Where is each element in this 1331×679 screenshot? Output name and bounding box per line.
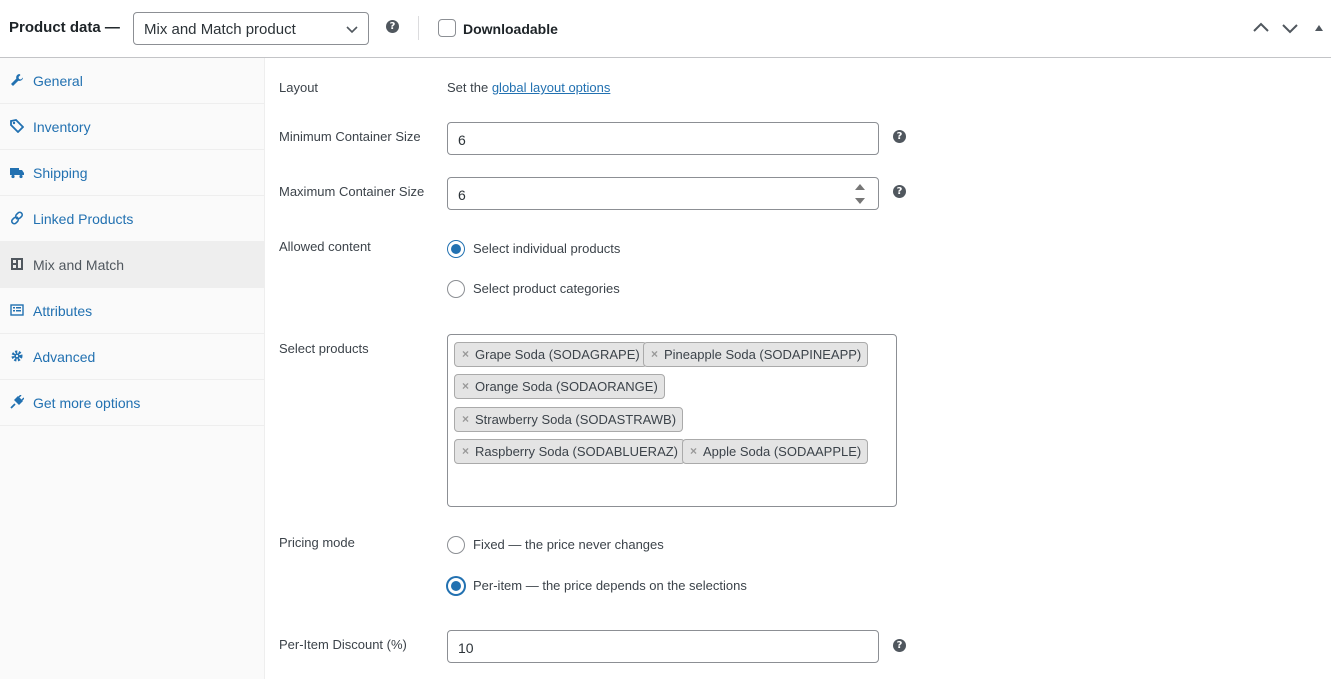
remove-chip-icon[interactable]: × (651, 343, 658, 366)
remove-chip-icon[interactable]: × (690, 440, 697, 463)
move-up-icon[interactable] (1250, 17, 1272, 39)
layout-text-prefix: Set the (447, 80, 489, 95)
remove-chip-icon[interactable]: × (462, 343, 469, 366)
link-icon (10, 211, 24, 225)
radio-label: Select individual products (473, 241, 621, 256)
product-data-header: Product data — Mix and Match product ? D… (0, 0, 1331, 58)
discount-value: 10 (458, 640, 474, 656)
product-chip: × Pineapple Soda (SODAPINEAPP) (643, 342, 869, 367)
help-icon[interactable]: ? (893, 185, 906, 198)
radio-pricing-per-item[interactable] (447, 577, 465, 595)
tag-icon (10, 119, 24, 133)
panel-title: Product data — (9, 19, 120, 36)
chip-label: Pineapple Soda (SODAPINEAPP) (664, 347, 862, 362)
max-size-label: Maximum Container Size (279, 184, 425, 199)
tab-mix-and-match[interactable]: Mix and Match (0, 242, 264, 288)
product-chip: × Raspberry Soda (SODABLUERAZ) (454, 439, 686, 464)
tab-label: Attributes (33, 303, 93, 319)
help-icon[interactable]: ? (893, 639, 906, 652)
gear-icon (11, 350, 23, 362)
tab-label: Linked Products (33, 211, 134, 227)
remove-chip-icon[interactable]: × (462, 375, 469, 398)
tab-label: Inventory (33, 119, 91, 135)
chip-label: Grape Soda (SODAGRAPE) (475, 347, 640, 362)
tab-label: General (33, 73, 83, 89)
chip-label: Orange Soda (SODAORANGE) (475, 379, 658, 394)
radio-individual-products[interactable] (447, 240, 465, 258)
product-data-tabs: General Inventory Shipping Linked Produc… (0, 58, 265, 679)
tab-advanced[interactable]: Advanced (0, 334, 264, 380)
grid-icon (11, 258, 23, 270)
remove-chip-icon[interactable]: × (462, 408, 469, 431)
divider (418, 16, 419, 40)
chevron-down-icon (346, 26, 358, 34)
plugin-icon (10, 395, 24, 409)
product-chip: × Strawberry Soda (SODASTRAWB) (454, 407, 684, 432)
radio-label: Fixed — the price never changes (473, 537, 664, 552)
product-chip: × Grape Soda (SODAGRAPE) (454, 342, 647, 367)
tab-linked-products[interactable]: Linked Products (0, 196, 264, 242)
select-products-label: Select products (279, 341, 369, 356)
tab-inventory[interactable]: Inventory (0, 104, 264, 150)
radio-pricing-fixed[interactable] (447, 536, 465, 554)
product-chip: × Orange Soda (SODAORANGE) (454, 374, 665, 399)
allowed-content-label: Allowed content (279, 239, 371, 254)
truck-icon (10, 168, 24, 179)
radio-label: Select product categories (473, 281, 620, 296)
mix-and-match-panel: Layout Set the global layout options Min… (266, 58, 1331, 679)
layout-text: Set the global layout options (447, 80, 610, 95)
layout-label: Layout (279, 80, 319, 95)
downloadable-checkbox[interactable] (438, 19, 456, 37)
tab-label: Get more options (33, 395, 141, 411)
tab-label: Mix and Match (33, 257, 125, 273)
tab-label: Shipping (33, 165, 88, 181)
downloadable-label: Downloadable (463, 21, 558, 37)
radio-product-categories[interactable] (447, 280, 465, 298)
help-icon[interactable]: ? (386, 20, 399, 33)
discount-input[interactable]: 10 (447, 630, 879, 663)
max-size-value: 6 (458, 187, 466, 203)
chip-label: Strawberry Soda (SODASTRAWB) (475, 412, 677, 427)
max-size-input[interactable]: 6 (447, 177, 879, 210)
tab-shipping[interactable]: Shipping (0, 150, 264, 196)
pricing-mode-label: Pricing mode (279, 535, 355, 550)
list-icon (10, 304, 24, 316)
tab-attributes[interactable]: Attributes (0, 288, 264, 334)
remove-chip-icon[interactable]: × (462, 440, 469, 463)
tab-general[interactable]: General (0, 58, 264, 104)
product-type-value: Mix and Match product (144, 21, 296, 38)
collapse-toggle-icon[interactable] (1308, 17, 1330, 39)
chip-label: Raspberry Soda (SODABLUERAZ) (475, 444, 679, 459)
radio-label: Per-item — the price depends on the sele… (473, 578, 747, 593)
min-size-input[interactable]: 6 (447, 122, 879, 155)
number-spinner-icon[interactable] (854, 181, 866, 207)
min-size-label: Minimum Container Size (279, 129, 421, 144)
product-chip: × Apple Soda (SODAAPPLE) (682, 439, 869, 464)
product-type-select[interactable]: Mix and Match product (133, 12, 369, 45)
min-size-value: 6 (458, 132, 466, 148)
tab-label: Advanced (33, 349, 96, 365)
products-multiselect[interactable]: × Grape Soda (SODAGRAPE) × Pineapple Soda … (447, 334, 897, 507)
chip-label: Apple Soda (SODAAPPLE) (703, 444, 862, 459)
tab-get-more-options[interactable]: Get more options (0, 380, 264, 426)
wrench-icon (11, 74, 23, 86)
global-layout-link[interactable]: global layout options (492, 80, 611, 95)
move-down-icon[interactable] (1279, 17, 1301, 39)
help-icon[interactable]: ? (893, 130, 906, 143)
discount-label: Per-Item Discount (%) (279, 637, 407, 652)
